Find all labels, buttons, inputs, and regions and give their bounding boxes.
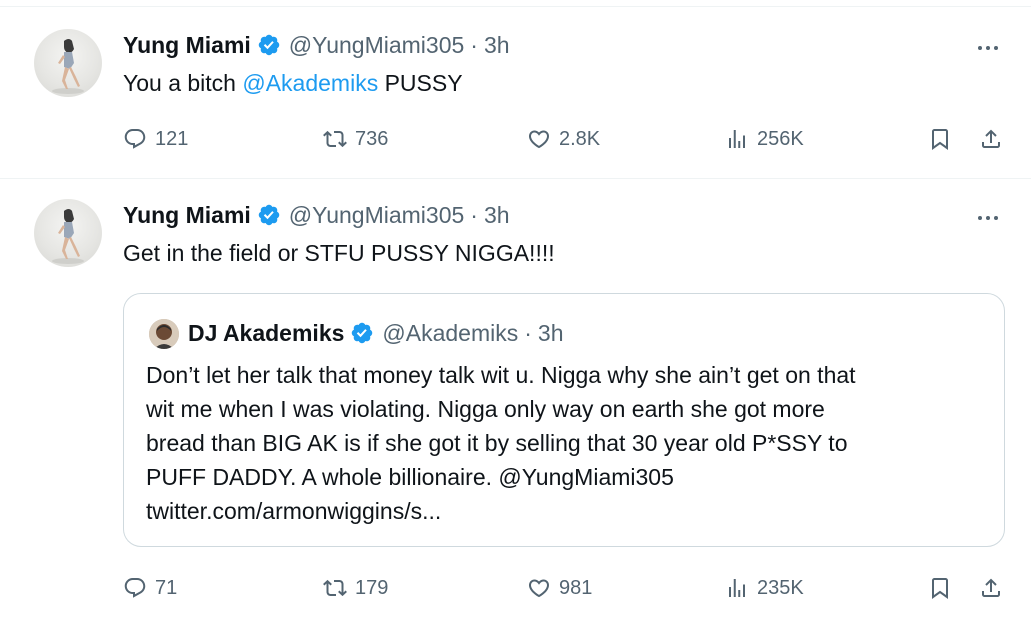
verified-badge-icon: [352, 322, 373, 344]
tweet-timestamp[interactable]: 3h: [484, 32, 510, 59]
tweet-text-end: PUSSY: [378, 70, 463, 96]
quoted-text-line: wit me when I was violating. Nigga only …: [146, 396, 825, 422]
like-count: 981: [559, 576, 593, 599]
retweet-icon: [323, 579, 347, 597]
reply-icon: [124, 578, 146, 598]
quoted-text-line: twitter.com/armonwiggins/s...: [146, 498, 442, 524]
retweet-count: 179: [355, 576, 389, 599]
views-count: 256K: [757, 127, 804, 150]
quoted-tweet-text: Don’t let her talk that money talk wit u…: [146, 358, 996, 528]
views-button[interactable]: 235K: [725, 573, 804, 603]
like-icon: [528, 579, 550, 598]
tweet-1[interactable]: Yung Miami @YungMiami305 · 3h You a bitc…: [0, 0, 1031, 178]
like-button[interactable]: 981: [527, 573, 592, 603]
verified-badge-icon: [258, 34, 280, 56]
share-button[interactable]: [976, 573, 1006, 603]
quoted-author-name: DJ Akademiks: [188, 319, 345, 346]
separator-dot: ·: [524, 319, 532, 346]
bookmark-icon: [932, 129, 948, 150]
quoted-text-line: PUFF DADDY. A whole billionaire. @YungMi…: [146, 464, 674, 490]
reply-button[interactable]: 71: [123, 573, 177, 603]
reply-count: 71: [155, 576, 178, 599]
quoted-text-line: Don’t let her talk that money talk wit u…: [146, 362, 856, 388]
more-icon[interactable]: [973, 208, 1003, 228]
tweet-2[interactable]: Yung Miami @YungMiami305 · 3h Get in the…: [0, 178, 1031, 628]
like-count: 2.8K: [559, 127, 601, 150]
views-count: 235K: [757, 576, 804, 599]
quoted-tweet[interactable]: DJ Akademiks @Akademiks · 3h Don’t let h…: [123, 293, 1005, 547]
author-handle[interactable]: @YungMiami305: [289, 32, 465, 59]
tweet-actions: 121 736 2.8K 256K: [0, 124, 1031, 154]
tweet-actions: 71 179 981 235K: [0, 573, 1031, 603]
like-icon: [528, 130, 550, 149]
tweet-text: You a bitch @Akademiks PUSSY: [123, 69, 463, 97]
like-button[interactable]: 2.8K: [527, 124, 600, 154]
retweet-button[interactable]: 179: [323, 573, 388, 603]
bookmark-button[interactable]: [925, 124, 955, 154]
more-icon[interactable]: [973, 38, 1003, 58]
share-icon: [982, 129, 1000, 148]
author-handle[interactable]: @YungMiami305: [289, 202, 465, 229]
share-button[interactable]: [976, 124, 1006, 154]
tweet-timestamp[interactable]: 3h: [484, 202, 510, 229]
reply-count: 121: [155, 127, 189, 150]
tweet-text: Get in the field or STFU PUSSY NIGGA!!!!: [123, 240, 555, 266]
verified-badge-icon: [258, 204, 280, 226]
separator-dot: ·: [470, 201, 478, 228]
separator-dot: ·: [470, 31, 478, 58]
quoted-author-handle: @Akademiks: [382, 319, 519, 346]
views-icon: [729, 579, 745, 597]
reply-button[interactable]: 121: [123, 124, 188, 154]
mention-link[interactable]: @Akademiks: [242, 70, 378, 96]
retweet-count: 736: [355, 127, 389, 150]
views-icon: [729, 130, 745, 148]
retweet-button[interactable]: 736: [323, 124, 388, 154]
tweet-header: Yung Miami @YungMiami305 · 3h: [123, 201, 510, 229]
author-avatar[interactable]: [34, 199, 102, 267]
quoted-tweet-timestamp: 3h: [537, 319, 564, 346]
author-avatar[interactable]: [34, 29, 102, 97]
quoted-author-avatar[interactable]: [149, 319, 179, 349]
tweet-text-start: You a bitch: [123, 70, 243, 96]
quoted-text-line: bread than BIG AK is if she got it by se…: [146, 430, 848, 456]
timeline-feed: Yung Miami @YungMiami305 · 3h You a bitc…: [0, 0, 1031, 628]
author-name[interactable]: Yung Miami: [123, 202, 251, 229]
bookmark-button[interactable]: [925, 573, 955, 603]
bookmark-icon: [932, 578, 948, 599]
reply-icon: [124, 129, 146, 149]
views-button[interactable]: 256K: [725, 124, 804, 154]
author-name[interactable]: Yung Miami: [123, 32, 251, 59]
quoted-tweet-header: DJ Akademiks @Akademiks · 3h: [188, 318, 564, 348]
retweet-icon: [323, 130, 347, 148]
share-icon: [982, 578, 1000, 597]
tweet-header: Yung Miami @YungMiami305 · 3h: [123, 31, 510, 59]
